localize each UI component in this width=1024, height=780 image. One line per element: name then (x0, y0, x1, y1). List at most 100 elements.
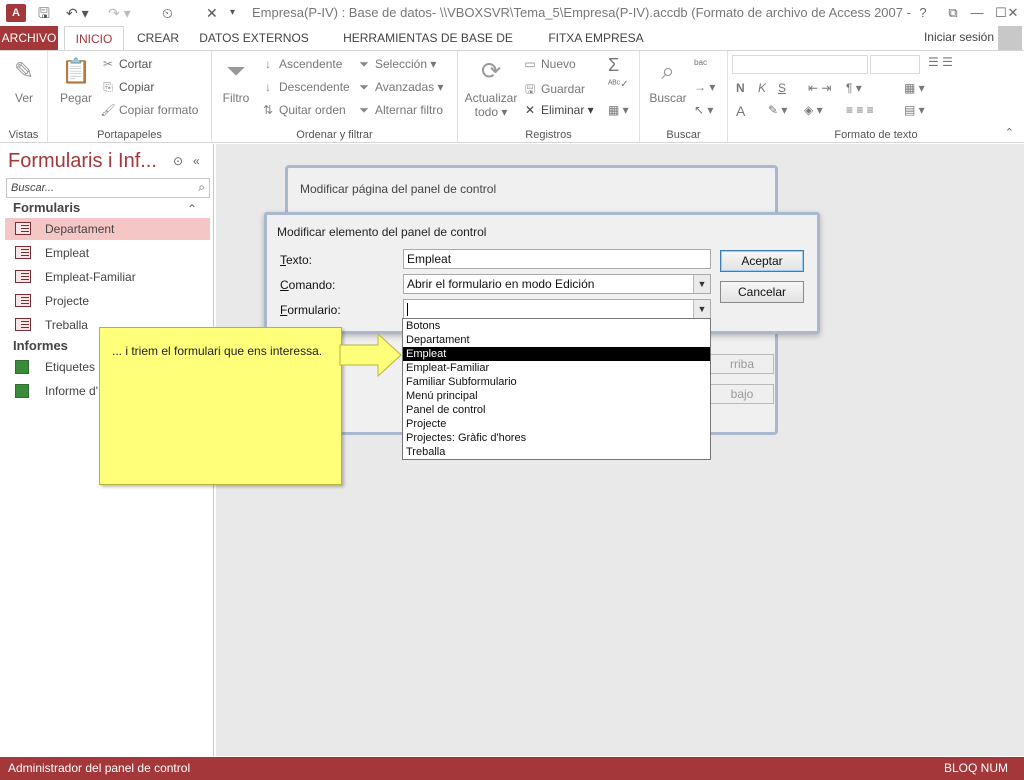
tab-archivo[interactable]: ARCHIVO (0, 26, 58, 50)
form-icon (15, 270, 31, 283)
descendente-button[interactable]: ↓ Descendente (260, 80, 350, 94)
nav-item-empleat-familiar[interactable]: Empleat-Familiar (5, 266, 210, 288)
dropdown-option-highlighted[interactable]: Empleat (403, 347, 710, 361)
font-size-combobox[interactable] (870, 55, 920, 74)
aceptar-button[interactable]: Aceptar (720, 250, 804, 272)
align-icons[interactable]: ≡ ≡ ≡ (846, 103, 874, 117)
cancelar-button[interactable]: Cancelar (720, 281, 804, 303)
nav-item-label: Departament (45, 222, 115, 236)
dropdown-option[interactable]: Treballa (403, 445, 710, 459)
alternate-row-icon[interactable]: ▤ ▾ (904, 103, 925, 117)
quick-close-icon[interactable]: ✕ (206, 4, 218, 22)
form-icon (15, 222, 31, 235)
move-down-button[interactable]: bajo (710, 384, 774, 404)
formulario-select[interactable]: ▼ (403, 299, 711, 319)
nav-collapse-icon[interactable]: « (193, 154, 200, 168)
dropdown-option[interactable]: Projecte (403, 417, 710, 431)
highlight-icon[interactable]: ✎ ▾ (768, 103, 787, 117)
callout-arrow-icon (339, 332, 402, 378)
select-button[interactable]: ↖ ▾ (694, 103, 713, 117)
nav-section-informes[interactable]: Informes (13, 338, 68, 353)
avatar[interactable] (998, 26, 1022, 50)
group-ordenar-filtrar: ⏷ Filtro ↓ Ascendente ↓ Descendente ⇅ Quita… (212, 51, 458, 143)
chevron-down-icon[interactable]: ▼ (693, 300, 710, 318)
help-button[interactable]: ? (912, 3, 934, 23)
tab-fitxa-empresa[interactable]: FITXA EMPRESA (546, 26, 646, 50)
close-button[interactable]: ✕ (1002, 3, 1024, 23)
comando-select[interactable]: Abrir el formulario en modo Edición ▼ (403, 274, 711, 294)
nuevo-button[interactable]: ▭ Nuevo (522, 57, 575, 71)
nav-item-empleat[interactable]: Empleat (5, 242, 210, 264)
more-records-button[interactable]: ▦ ▾ (608, 103, 629, 117)
signin-link[interactable]: Iniciar sesión (924, 30, 994, 44)
tab-herramientas-bd[interactable]: HERRAMIENTAS DE BASE DE DATOS (326, 26, 530, 69)
seleccion-button[interactable]: ⏷ Selección ▾ (356, 57, 436, 72)
avanzadas-button[interactable]: ⏷ Avanzadas ▾ (356, 80, 443, 95)
pegar-button[interactable]: 📋 Pegar (56, 57, 96, 105)
bold-button[interactable]: N (736, 81, 745, 95)
underline-button[interactable]: S (778, 81, 786, 95)
cortar-label: Cortar (119, 57, 153, 71)
quitar-orden-button[interactable]: ⇅ Quitar orden (260, 103, 346, 117)
tutorial-callout: ... i triem el formulari que ens interes… (99, 327, 342, 485)
redo-icon[interactable]: ↷ ▾ (108, 4, 131, 22)
qat-customize-icon[interactable]: ▾ (230, 4, 235, 22)
ribbon-display-button[interactable]: ⧉ (942, 3, 964, 23)
minimize-button[interactable]: — (966, 3, 988, 23)
section-collapse-icon[interactable]: ⌃ (187, 202, 197, 216)
tab-crear[interactable]: CREAR (134, 26, 182, 50)
actualizar-todo-button[interactable]: ⟳ Actualizar todo ▾ (462, 57, 520, 119)
paragraph-icon[interactable]: ¶ ▾ (846, 81, 862, 95)
form-icon (15, 318, 31, 331)
nav-item-projecte[interactable]: Projecte (5, 290, 210, 312)
replace-button[interactable]: ᵇᵃᶜ (694, 57, 707, 71)
spelling-button[interactable]: ᴬᴮᶜ✓ (608, 79, 629, 90)
ascendente-button[interactable]: ↓ Ascendente (260, 57, 342, 71)
touch-mode-icon[interactable]: ⏲ (162, 4, 173, 22)
nav-menu-chevron-icon[interactable]: ⊙ (173, 154, 183, 168)
group-label-ordenar: Ordenar y filtrar (296, 129, 373, 141)
move-up-button[interactable]: rriba (710, 354, 774, 374)
collapse-ribbon-icon[interactable]: ⌃ (1005, 126, 1014, 139)
formulario-label: Formulario: (280, 303, 341, 317)
nav-section-formularis[interactable]: Formularis (13, 200, 80, 215)
dropdown-option[interactable]: Empleat-Familiar (403, 361, 710, 375)
list-icon[interactable]: ☰ ☰ (928, 55, 953, 69)
nav-pane-title[interactable]: Formularis i Inf... (8, 150, 157, 173)
access-app-icon[interactable]: A (6, 4, 26, 22)
ver-button[interactable]: ✎ Ver (4, 57, 44, 105)
copiar-formato-button[interactable]: 🖌 Copiar formato (100, 103, 198, 117)
nav-item-departament[interactable]: Departament (5, 218, 210, 240)
nav-search-input[interactable]: Buscar... ⌕ (6, 178, 210, 198)
save-icon[interactable]: 🖫 (38, 4, 50, 22)
cortar-button[interactable]: ✂ Cortar (100, 57, 152, 71)
font-name-combobox[interactable] (732, 55, 868, 74)
alternar-filtro-button[interactable]: ⏷ Alternar filtro (356, 103, 443, 118)
totals-button[interactable]: Σ (608, 55, 619, 76)
gridlines-icon[interactable]: ▦ ▾ (904, 81, 925, 95)
italic-button[interactable]: K (758, 81, 766, 95)
filtro-button[interactable]: ⏷ Filtro (218, 57, 254, 105)
buscar-button[interactable]: ⌕ Buscar (644, 57, 692, 105)
fill-color-icon[interactable]: ◈ ▾ (804, 103, 823, 117)
search-icon[interactable]: ⌕ (198, 180, 205, 195)
tab-inicio[interactable]: INICIO (64, 26, 124, 51)
guardar-button[interactable]: 🖫 Guardar (522, 80, 585, 101)
dropdown-option[interactable]: Departament (403, 333, 710, 347)
alternar-filtro-label: Alternar filtro (375, 103, 444, 117)
eliminar-button[interactable]: ✕ Eliminar ▾ (522, 103, 594, 117)
undo-icon[interactable]: ↶ ▾ (66, 4, 89, 22)
font-color-button[interactable]: A (736, 103, 745, 119)
dropdown-option[interactable]: Projectes: Gràfic d'hores (403, 431, 710, 445)
dropdown-option[interactable]: Botons (403, 319, 710, 333)
dropdown-option[interactable]: Familiar Subformulario (403, 375, 710, 389)
tab-datos-externos[interactable]: DATOS EXTERNOS (198, 26, 310, 50)
dropdown-option[interactable]: Panel de control (403, 403, 710, 417)
chevron-down-icon[interactable]: ▼ (693, 275, 710, 293)
title-bar: A 🖫 ↶ ▾ ↷ ▾ ⏲ ✕ ▾ Empresa(P-IV) : Base d… (0, 0, 1024, 26)
dropdown-option[interactable]: Menú principal (403, 389, 710, 403)
texto-input[interactable]: Empleat (403, 249, 711, 269)
copiar-button[interactable]: ⎘ Copiar (100, 80, 154, 95)
goto-button[interactable]: → ▾ (694, 80, 715, 94)
indent-icon[interactable]: ⇤ ⇥ (808, 81, 831, 95)
